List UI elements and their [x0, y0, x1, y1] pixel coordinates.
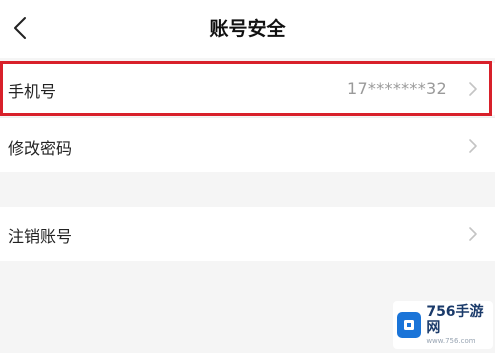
- watermark-brand: 756手游网: [426, 304, 484, 336]
- phone-number-label: 手机号: [8, 82, 57, 101]
- phone-number-value: 17*******32: [346, 79, 447, 98]
- page-title: 账号安全: [209, 18, 286, 40]
- delete-account-label: 注销账号: [8, 227, 73, 246]
- delete-account-row[interactable]: 注销账号: [0, 207, 495, 261]
- watermark-text: 756手游网 www.756.com: [426, 304, 493, 346]
- phone-number-row[interactable]: 手机号 17*******32: [0, 63, 495, 115]
- watermark: 756手游网 www.756.com: [393, 301, 493, 349]
- watermark-url: www.756.com: [426, 337, 476, 345]
- chevron-left-icon: [14, 17, 26, 39]
- chevron-right-icon: [469, 82, 477, 96]
- change-password-row[interactable]: 修改密码: [0, 118, 495, 172]
- account-security-screen: 账号安全 手机号 17*******32 修改密码 注销账号 756手游网 ww…: [0, 0, 495, 353]
- back-button[interactable]: [6, 12, 34, 44]
- change-password-label: 修改密码: [8, 139, 73, 158]
- cube-icon: [404, 320, 415, 330]
- header-bar: 账号安全: [0, 0, 495, 58]
- chevron-right-icon: [469, 139, 477, 153]
- watermark-logo-icon: [397, 312, 422, 338]
- chevron-right-icon: [469, 227, 477, 241]
